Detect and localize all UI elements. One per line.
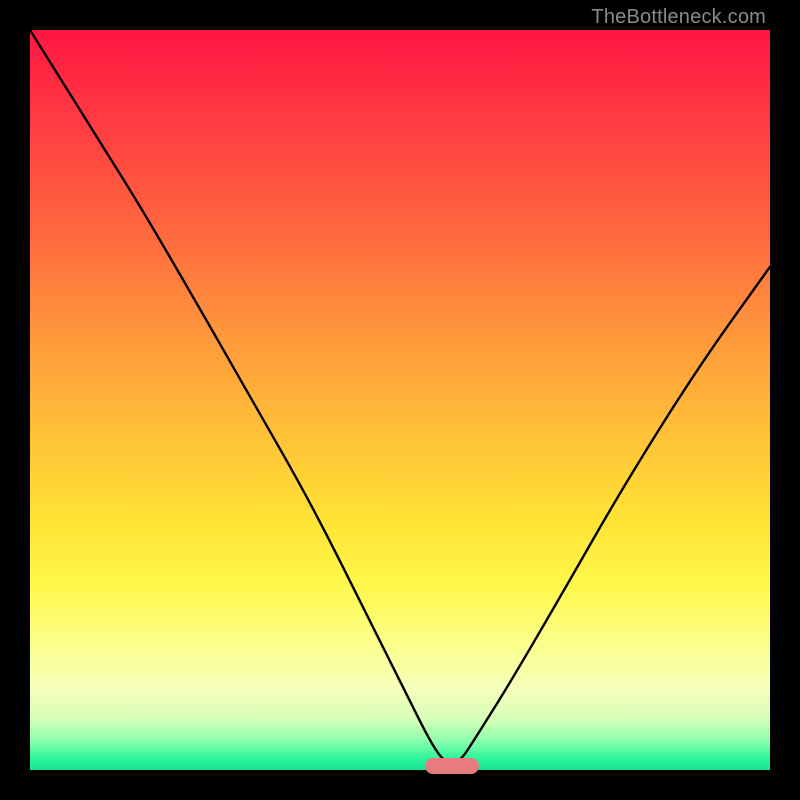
watermark-text: TheBottleneck.com xyxy=(591,6,766,29)
bottleneck-curve xyxy=(30,30,770,770)
plot-area xyxy=(30,30,770,770)
chart-container: TheBottleneck.com xyxy=(0,0,800,800)
optimal-marker xyxy=(425,758,479,774)
